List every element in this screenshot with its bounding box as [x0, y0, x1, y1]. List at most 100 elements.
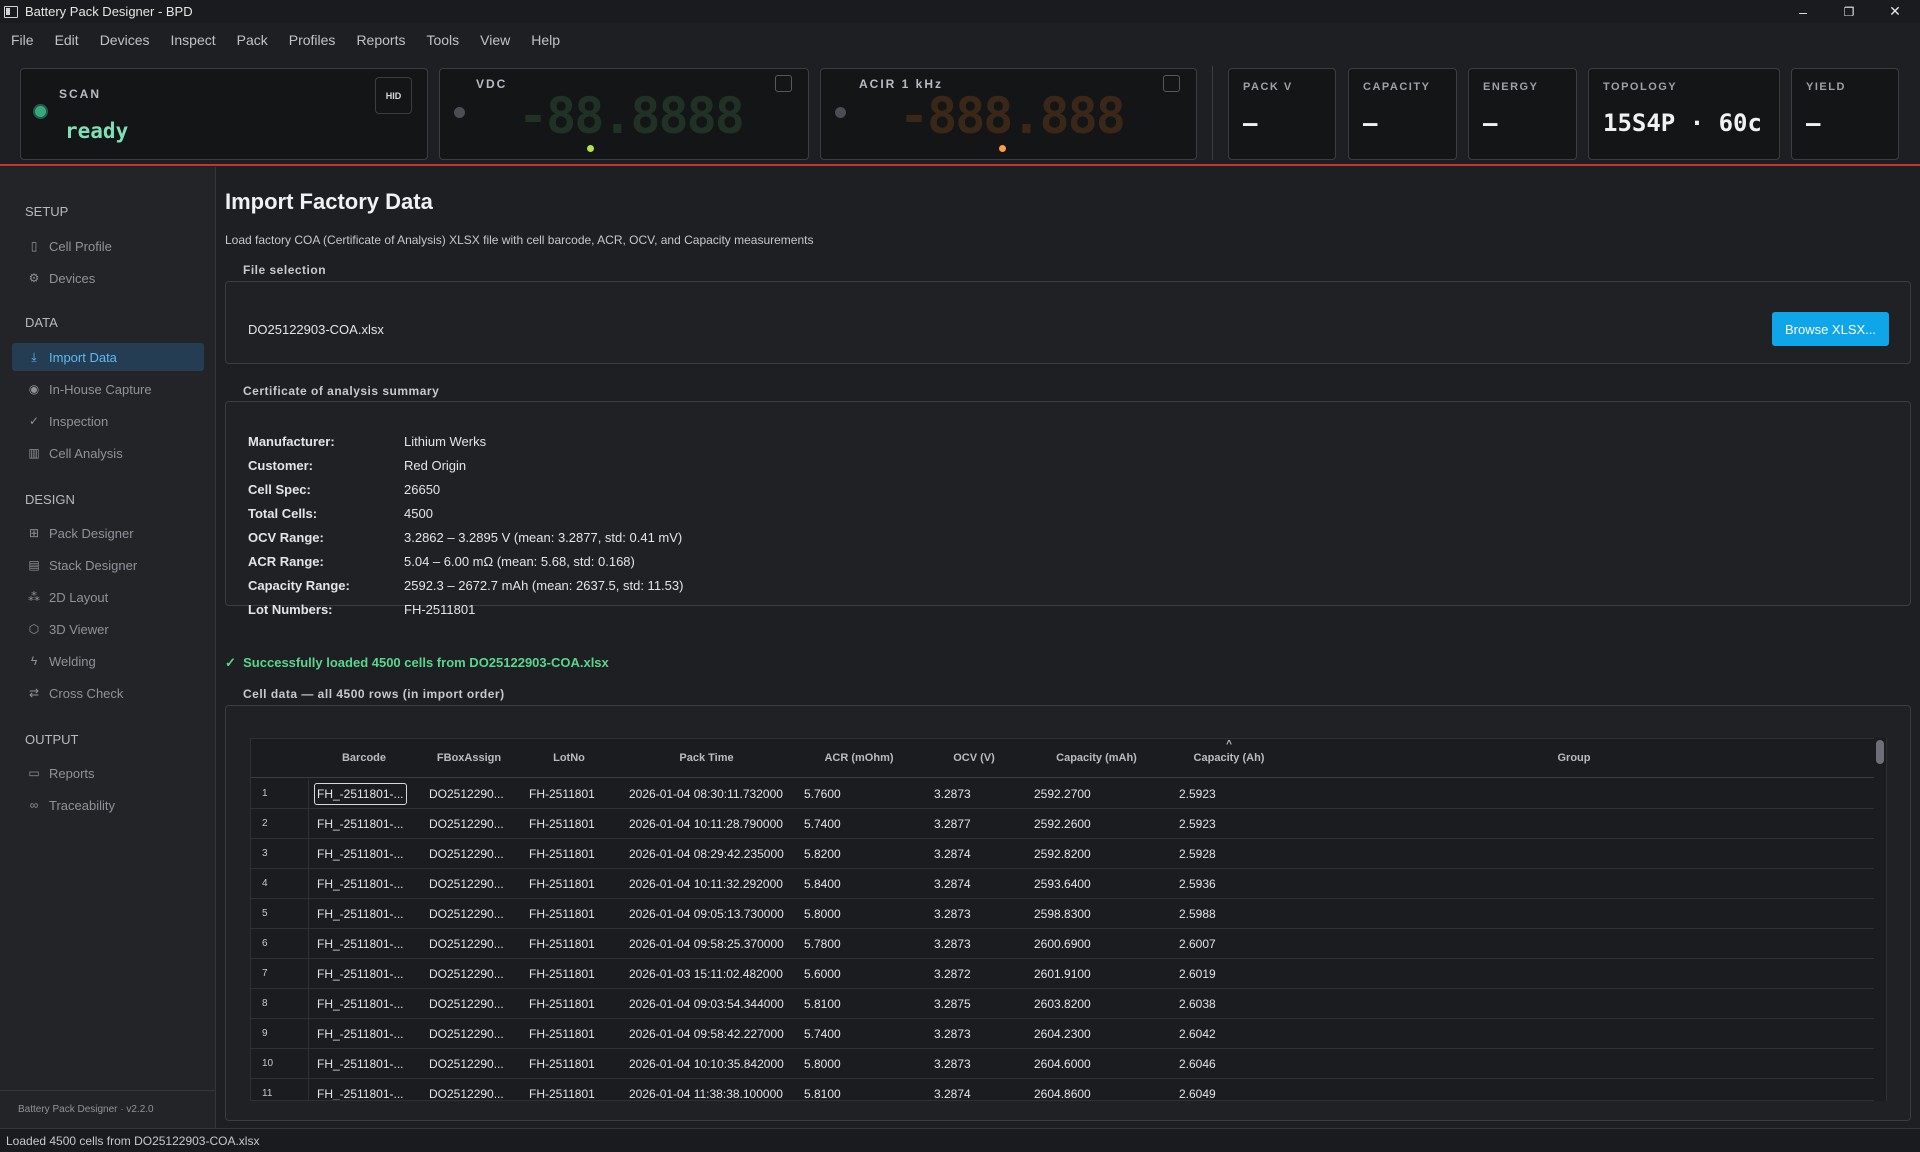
table-cell[interactable]: 3.2875	[934, 989, 971, 1019]
sidebar-item-inhouse-capture[interactable]: ◉ In-House Capture	[12, 375, 204, 403]
table-cell[interactable]: 5.6000	[804, 959, 841, 989]
table-cell[interactable]: 3.2873	[934, 1019, 971, 1049]
scrollbar-thumb[interactable]	[1876, 740, 1884, 764]
table-cell[interactable]: DO2512290...	[429, 1019, 504, 1049]
table-cell[interactable]: FH_-2511801-...	[317, 869, 404, 899]
table-cell[interactable]: DO2512290...	[429, 959, 504, 989]
table-row[interactable]: 3 FH_-2511801-... DO2512290... FH-2511801 20…	[251, 839, 1886, 869]
table-cell[interactable]: 2.5936	[1179, 869, 1216, 899]
table-cell[interactable]: FH_-2511801-...	[317, 1079, 404, 1100]
table-cell[interactable]: 5.8000	[804, 1049, 841, 1079]
sidebar-item-devices[interactable]: ⚙ Devices	[12, 264, 204, 292]
table-cell[interactable]: FH-2511801	[529, 1079, 595, 1100]
menu-devices[interactable]: Devices	[100, 32, 150, 48]
table-cell[interactable]: 2.6046	[1179, 1049, 1216, 1079]
table-cell[interactable]: FH-2511801	[529, 959, 595, 989]
menu-pack[interactable]: Pack	[237, 32, 268, 48]
menu-view[interactable]: View	[480, 32, 510, 48]
menu-inspect[interactable]: Inspect	[170, 32, 215, 48]
table-cell[interactable]: FH_-2511801-...	[317, 959, 404, 989]
sidebar-item-3d-viewer[interactable]: ⬡ 3D Viewer	[12, 615, 204, 643]
table-cell[interactable]: 5.7400	[804, 1019, 841, 1049]
table-cell[interactable]: FH-2511801	[529, 839, 595, 869]
table-cell[interactable]: 2.6038	[1179, 989, 1216, 1019]
sidebar-item-cell-analysis[interactable]: ▥ Cell Analysis	[12, 439, 204, 467]
acir-checkbox[interactable]	[1163, 75, 1180, 92]
table-cell[interactable]: FH-2511801	[529, 809, 595, 839]
table-cell[interactable]: 2026-01-04 08:30:11.732000	[629, 779, 783, 809]
vdc-checkbox[interactable]	[775, 75, 792, 92]
close-button[interactable]: ✕	[1872, 0, 1918, 23]
table-cell[interactable]: 5.7600	[804, 779, 841, 809]
col-fboxassign[interactable]: FBoxAssign	[419, 752, 519, 764]
col-ocv[interactable]: OCV (V)	[924, 752, 1024, 764]
table-cell[interactable]: 2.6042	[1179, 1019, 1216, 1049]
table-cell[interactable]: 3.2873	[934, 929, 971, 959]
table-cell[interactable]: 5.7800	[804, 929, 841, 959]
table-cell[interactable]: DO2512290...	[429, 929, 504, 959]
table-cell[interactable]: FH_-2511801-...	[317, 1019, 404, 1049]
table-cell[interactable]: DO2512290...	[429, 869, 504, 899]
table-row[interactable]: 4 FH_-2511801-... DO2512290... FH-2511801 20…	[251, 869, 1886, 899]
table-cell[interactable]: 3.2874	[934, 839, 971, 869]
table-cell[interactable]: 2592.8200	[1034, 839, 1091, 869]
table-cell[interactable]: FH-2511801	[529, 1019, 595, 1049]
table-cell[interactable]: 2604.6000	[1034, 1049, 1091, 1079]
maximize-button[interactable]: ❐	[1826, 0, 1872, 23]
table-cell[interactable]: 5.7400	[804, 809, 841, 839]
col-barcode[interactable]: Barcode	[309, 752, 419, 764]
table-cell[interactable]: FH-2511801	[529, 989, 595, 1019]
table-cell[interactable]: 2.5988	[1179, 899, 1216, 929]
table-cell[interactable]: DO2512290...	[429, 899, 504, 929]
col-group[interactable]: Group	[1289, 752, 1859, 764]
table-scrollbar[interactable]	[1874, 738, 1886, 1101]
table-cell[interactable]: 2.6049	[1179, 1079, 1216, 1100]
table-row[interactable]: 6 FH_-2511801-... DO2512290... FH-2511801 20…	[251, 929, 1886, 959]
table-cell[interactable]: DO2512290...	[429, 989, 504, 1019]
table-cell[interactable]: 3.2874	[934, 869, 971, 899]
table-cell[interactable]: FH-2511801	[529, 779, 595, 809]
table-cell[interactable]: 2026-01-04 09:03:54.344000	[629, 989, 784, 1019]
menu-reports[interactable]: Reports	[356, 32, 405, 48]
table-cell[interactable]: 3.2874	[934, 1079, 971, 1100]
table-cell[interactable]: FH-2511801	[529, 1049, 595, 1079]
table-cell[interactable]: 3.2877	[934, 809, 971, 839]
table-cell[interactable]: 2593.6400	[1034, 869, 1091, 899]
menu-help[interactable]: Help	[531, 32, 560, 48]
menu-tools[interactable]: Tools	[426, 32, 459, 48]
sidebar-item-inspection[interactable]: ✓ Inspection	[12, 407, 204, 435]
table-cell[interactable]: 2026-01-04 10:11:32.292000	[629, 869, 783, 899]
table-cell[interactable]: FH_-2511801-...	[317, 839, 404, 869]
sidebar-item-stack-designer[interactable]: ▤ Stack Designer	[12, 551, 204, 579]
table-cell[interactable]: 2603.8200	[1034, 989, 1091, 1019]
sidebar-item-reports[interactable]: ▭ Reports	[12, 759, 204, 787]
table-cell[interactable]: DO2512290...	[429, 839, 504, 869]
table-cell[interactable]: 5.8000	[804, 899, 841, 929]
sidebar-item-cross-check[interactable]: ⇄ Cross Check	[12, 679, 204, 707]
table-cell[interactable]: 5.8100	[804, 1079, 841, 1100]
table-cell[interactable]: FH-2511801	[529, 869, 595, 899]
table-cell[interactable]: FH_-2511801-...	[317, 1049, 404, 1079]
table-cell[interactable]: 2026-01-04 09:05:13.730000	[629, 899, 784, 929]
col-pack-time[interactable]: Pack Time	[619, 752, 794, 764]
table-cell[interactable]: 2.5923	[1179, 809, 1216, 839]
table-cell[interactable]: 2601.9100	[1034, 959, 1091, 989]
sidebar-item-pack-designer[interactable]: ⊞ Pack Designer	[12, 519, 204, 547]
table-cell[interactable]: 2026-01-04 11:38:38.100000	[629, 1079, 783, 1100]
table-cell[interactable]: 2026-01-04 08:29:42.235000	[629, 839, 784, 869]
table-row[interactable]: 8 FH_-2511801-... DO2512290... FH-2511801 20…	[251, 989, 1886, 1019]
table-cell[interactable]: 2592.2600	[1034, 809, 1091, 839]
table-cell[interactable]: 5.8200	[804, 839, 841, 869]
table-cell[interactable]: FH-2511801	[529, 899, 595, 929]
menu-profiles[interactable]: Profiles	[289, 32, 336, 48]
menu-edit[interactable]: Edit	[55, 32, 79, 48]
table-row[interactable]: 11 FH_-2511801-... DO2512290... FH-2511801 2…	[251, 1079, 1886, 1100]
table-cell[interactable]: 3.2873	[934, 899, 971, 929]
sidebar-item-2d-layout[interactable]: ⁂ 2D Layout	[12, 583, 204, 611]
table-cell[interactable]: 2.6019	[1179, 959, 1216, 989]
table-cell[interactable]: FH_-2511801-...	[317, 899, 404, 929]
table-row[interactable]: 9 FH_-2511801-... DO2512290... FH-2511801 20…	[251, 1019, 1886, 1049]
table-cell[interactable]: FH_-2511801-...	[314, 783, 407, 805]
table-cell[interactable]: 2026-01-03 15:11:02.482000	[629, 959, 783, 989]
table-cell[interactable]: 2026-01-04 10:10:35.842000	[629, 1049, 784, 1079]
